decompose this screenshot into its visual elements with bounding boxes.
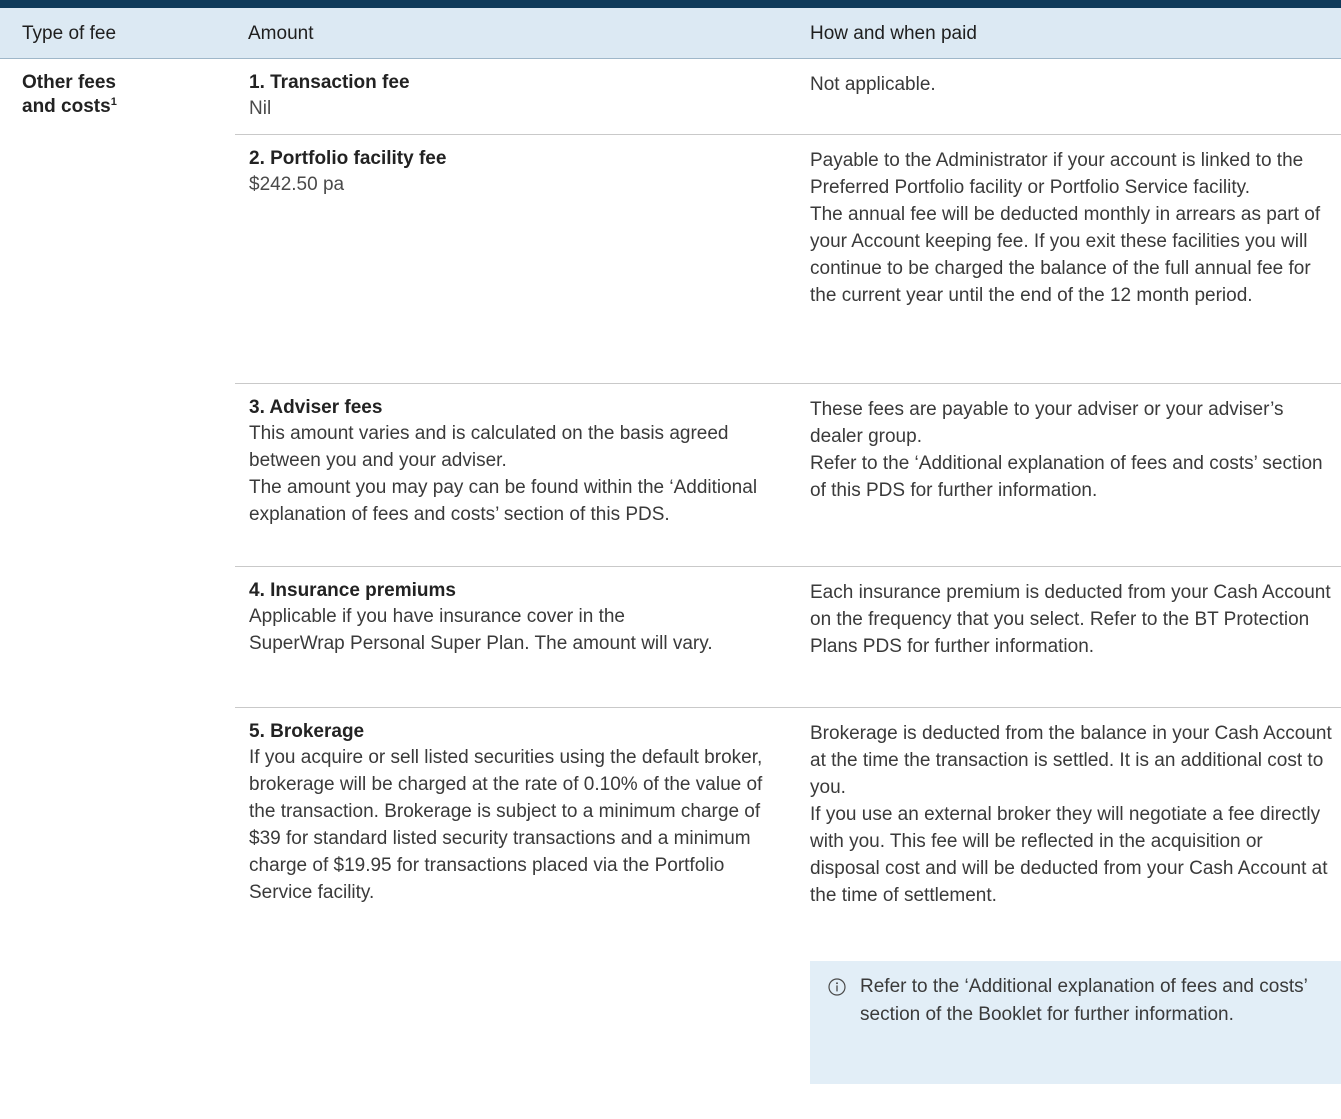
info-note-text: Refer to the ‘Additional explanation of …	[860, 976, 1308, 1025]
type-label-footnote: 1	[110, 96, 117, 108]
top-accent-bar	[0, 0, 1341, 8]
how-paid-text: These fees are payable to your adviser o…	[810, 399, 1284, 447]
info-icon	[828, 978, 846, 996]
amount-cell: 1. Transaction fee Nil	[249, 71, 789, 122]
how-paid-cell: Each insurance premium is deducted from …	[810, 579, 1335, 660]
how-paid-cell: These fees are payable to your adviser o…	[810, 396, 1335, 504]
row-divider	[235, 383, 1341, 384]
how-paid-text: Refer to the ‘Additional explanation of …	[810, 453, 1323, 501]
table-header-row: Type of fee Amount How and when paid	[0, 8, 1341, 59]
how-paid-text: Not applicable.	[810, 74, 936, 95]
type-label-line2: and costs1	[22, 95, 222, 119]
amount-cell: 3. Adviser fees This amount varies and i…	[249, 396, 789, 528]
fee-title: 5. Brokerage	[249, 721, 365, 742]
amount-text: $242.50 pa	[249, 174, 345, 195]
type-label-line2-text: and costs	[22, 96, 111, 117]
amount-cell: 2. Portfolio facility fee $242.50 pa	[249, 147, 789, 198]
amount-cell: 5. Brokerage If you acquire or sell list…	[249, 720, 789, 906]
how-paid-text: The annual fee will be deducted monthly …	[810, 204, 1321, 306]
amount-text: Nil	[249, 98, 272, 119]
fee-title: 1. Transaction fee	[249, 72, 410, 93]
header-how-and-when-paid: How and when paid	[810, 23, 977, 44]
amount-text: Applicable if you have insurance cover i…	[249, 606, 713, 654]
how-paid-text: Each insurance premium is deducted from …	[810, 582, 1331, 657]
fee-title: 3. Adviser fees	[249, 397, 383, 418]
amount-cell: 4. Insurance premiums Applicable if you …	[249, 579, 789, 657]
row-divider	[235, 707, 1341, 708]
amount-text: This amount varies and is calculated on …	[249, 423, 729, 471]
how-paid-text: Brokerage is deducted from the balance i…	[810, 723, 1332, 798]
how-paid-cell: Not applicable.	[810, 71, 1335, 98]
header-amount: Amount	[248, 23, 314, 44]
row-divider	[235, 134, 1341, 135]
row-divider	[235, 566, 1341, 567]
amount-text: The amount you may pay can be found with…	[249, 477, 758, 525]
header-type-of-fee: Type of fee	[22, 23, 117, 44]
type-label-line1: Other fees	[22, 72, 116, 93]
type-of-fee-cell: Other fees and costs1	[22, 71, 222, 119]
how-paid-text: Payable to the Administrator if your acc…	[810, 150, 1304, 198]
amount-text: If you acquire or sell listed securities…	[249, 747, 763, 903]
how-paid-cell: Brokerage is deducted from the balance i…	[810, 720, 1335, 909]
fee-title: 4. Insurance premiums	[249, 580, 456, 601]
how-paid-text: If you use an external broker they will …	[810, 804, 1328, 906]
table-row-transaction-fee: 1. Transaction fee Nil Not applicable.	[235, 71, 1341, 123]
fee-title: 2. Portfolio facility fee	[249, 148, 447, 169]
info-note-box: Refer to the ‘Additional explanation of …	[810, 961, 1341, 1084]
how-paid-cell: Payable to the Administrator if your acc…	[810, 147, 1335, 309]
